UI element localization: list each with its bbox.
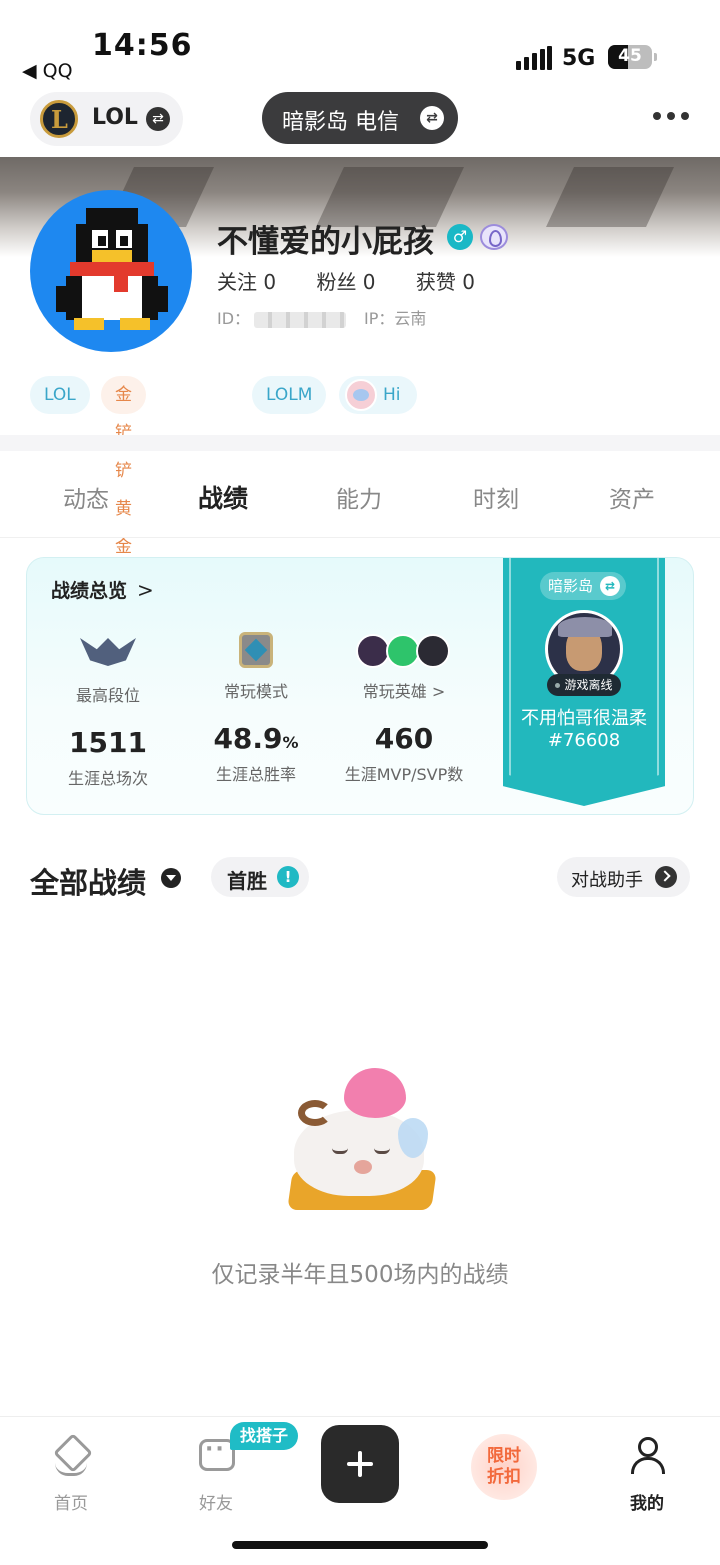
section-divider	[0, 435, 720, 451]
battle-assistant-button[interactable]: 对战助手	[557, 857, 690, 897]
qq-penguin-avatar-icon	[56, 208, 168, 330]
nav-home-label: 首页	[54, 1494, 88, 1514]
stat-favorite-mode: 常玩模式 48.9% 生涯总胜率	[181, 632, 331, 785]
status-dot-icon	[555, 683, 561, 688]
stat-value: 1511	[69, 726, 147, 759]
game-nickname: 不用怕哥很温柔	[521, 708, 647, 729]
winrate-unit: %	[282, 733, 299, 752]
ribbon-server-label: 暗影岛	[548, 577, 594, 595]
limited-discount-button[interactable]: 限时 折扣	[471, 1434, 537, 1500]
promo-line-2: 折扣	[487, 1467, 521, 1487]
tag-avatar-icon	[345, 379, 377, 411]
signal-icon	[516, 46, 552, 70]
stat-subcaption: 生涯MVP/SVP数	[344, 765, 464, 784]
status-bar: 14:56 ◀ QQ 5G 45	[0, 0, 720, 90]
follow-count[interactable]: 关注 0	[217, 270, 276, 294]
find-partner-badge[interactable]: 找搭子	[230, 1422, 298, 1450]
battery-cap	[654, 53, 657, 61]
stat-caption: 常玩模式	[223, 682, 288, 701]
game-mode-icon	[239, 632, 273, 668]
back-to-app-link[interactable]: ◀ QQ	[22, 60, 73, 82]
swap-icon: ⇄	[146, 107, 170, 131]
stat-favorite-heroes[interactable]: 常玩英雄 > 460 生涯MVP/SVP数	[329, 632, 479, 785]
hero-avatar-icon	[356, 634, 390, 668]
ip-label: IP：云南	[364, 309, 427, 328]
nickname: 不懂爱的小屁孩	[217, 224, 434, 260]
stat-highest-rank: 最高段位 1511 生涯总场次	[33, 632, 183, 789]
game-account-ribbon[interactable]: 暗影岛 ⇄ 游戏离线 不用怕哥很温柔 #76608	[503, 558, 665, 806]
server-label: 暗影岛 电信	[282, 110, 399, 135]
poro-illustration	[280, 1060, 450, 1220]
nav-friends-label: 好友	[199, 1494, 233, 1514]
create-post-button[interactable]	[321, 1425, 399, 1503]
first-win-button[interactable]: 首胜 !	[211, 857, 309, 897]
game-switcher[interactable]: L LOL ⇄	[30, 92, 183, 146]
stat-subcaption: 生涯总胜率	[215, 765, 296, 784]
empty-state-text: 仅记录半年且500场内的战绩	[211, 1262, 509, 1288]
battery-icon: 45	[608, 45, 652, 69]
tab-assets[interactable]: 资产	[572, 480, 692, 514]
exclamation-info-icon: !	[277, 866, 299, 888]
id-ip-line: ID： IP：云南	[217, 305, 426, 329]
masked-id	[254, 311, 347, 328]
online-status-label: 游戏离线	[564, 678, 613, 692]
clock: 14:56	[92, 28, 193, 63]
hero-avatar-icon	[386, 634, 420, 668]
lol-logo-icon: L	[40, 100, 78, 138]
person-icon	[627, 1435, 667, 1475]
tab-feed[interactable]: 动态	[26, 480, 146, 514]
ribbon-server-switch[interactable]: 暗影岛 ⇄	[540, 572, 626, 600]
stat-subcaption: 生涯总场次	[67, 769, 148, 788]
social-stats: 关注 0 粉丝 0 获赞 0	[217, 266, 509, 295]
tab-ability[interactable]: 能力	[299, 480, 419, 514]
network-type: 5G	[562, 46, 596, 71]
home-indicator[interactable]	[232, 1541, 488, 1549]
first-win-label: 首胜	[227, 869, 267, 893]
nav-me[interactable]: 我的	[597, 1435, 697, 1514]
swap-icon: ⇄	[420, 106, 444, 130]
profile-tabs: 动态 战绩 能力 时刻 资产	[0, 452, 720, 538]
game-label: LOL	[92, 105, 138, 130]
overview-title[interactable]: 战绩总览 >	[51, 576, 154, 603]
promo-line-1: 限时	[487, 1446, 521, 1466]
likes-count: 获赞 0	[415, 270, 475, 294]
online-status-badge: 游戏离线	[547, 674, 621, 696]
server-switcher[interactable]: 暗影岛 电信 ⇄	[262, 92, 458, 144]
more-options-icon[interactable]	[650, 112, 690, 124]
records-filter-title[interactable]: 全部战绩	[30, 860, 146, 902]
rank-emblem-icon	[80, 632, 136, 672]
chevron-down-icon[interactable]	[161, 868, 181, 888]
tag-tft-rank[interactable]: 金铲铲 黄金IV	[101, 376, 146, 595]
stat-caption: 最高段位	[75, 686, 140, 705]
avatar[interactable]	[30, 190, 192, 352]
game-tag: #76608	[547, 730, 621, 751]
chevron-right-icon: >	[137, 578, 154, 602]
tab-records[interactable]: 战绩	[163, 479, 283, 515]
winrate-value: 48.9	[213, 722, 283, 755]
overview-title-label: 战绩总览	[51, 580, 128, 602]
stat-value: 460	[374, 722, 434, 755]
stat-value: 48.9%	[181, 722, 331, 755]
records-overview-card[interactable]: 战绩总览 > 最高段位 1511 生涯总场次 常玩模式 48.9% 生涯总胜率 常…	[26, 557, 694, 815]
swap-icon: ⇄	[600, 576, 620, 596]
nav-home[interactable]: 首页	[21, 1435, 121, 1514]
arrow-right-icon	[655, 866, 677, 888]
stat-caption: 常玩英雄 >	[362, 682, 446, 701]
tab-moments[interactable]: 时刻	[436, 480, 556, 514]
male-gender-icon: ♂	[447, 224, 473, 250]
hero-avatar-icon	[416, 634, 450, 668]
tag-hi-label: Hi	[383, 385, 401, 405]
fans-count[interactable]: 粉丝 0	[316, 270, 375, 294]
tag-hi[interactable]: Hi	[339, 376, 417, 414]
hero-avatars	[354, 632, 454, 668]
tag-lol[interactable]: LOL	[30, 376, 90, 414]
verified-badge-icon[interactable]	[480, 224, 508, 250]
id-label: ID：	[217, 309, 251, 328]
home-icon	[51, 1435, 91, 1476]
tag-lolm[interactable]: LOLM	[252, 376, 327, 414]
nav-me-label: 我的	[630, 1494, 664, 1514]
battery-level: 45	[618, 46, 642, 66]
battle-assistant-label: 对战助手	[571, 870, 643, 891]
